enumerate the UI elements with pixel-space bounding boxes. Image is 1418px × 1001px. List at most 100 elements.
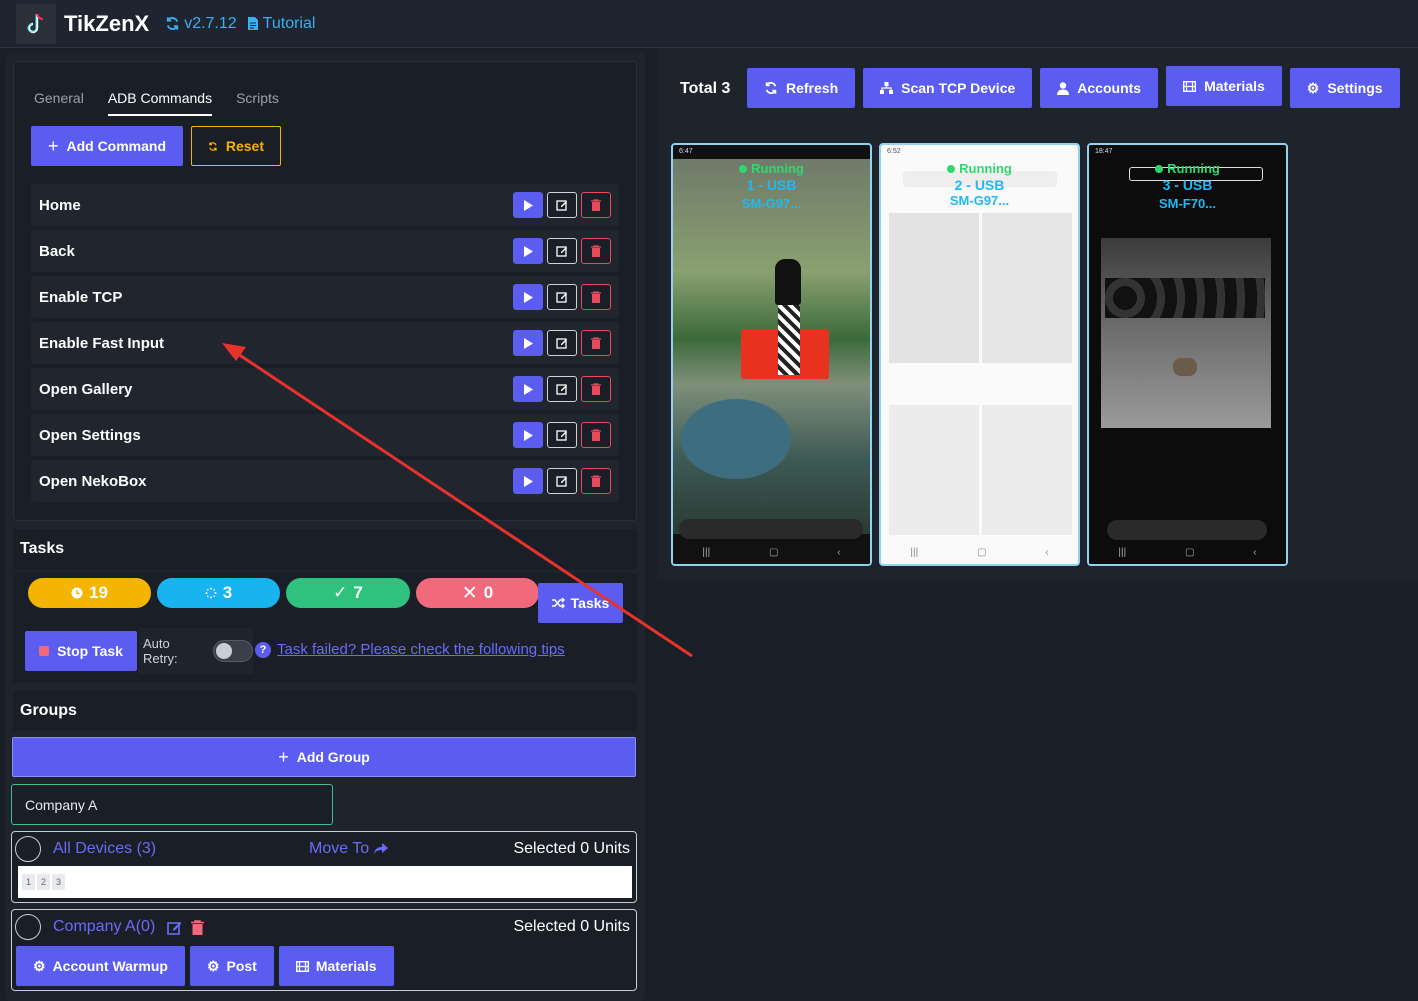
account-warmup-button[interactable]: ⚙ Account Warmup (16, 946, 185, 986)
top-bar: TikZenX v2.7.12 Tutorial (0, 0, 1418, 48)
stop-task-button[interactable]: Stop Task (25, 631, 137, 671)
delete-button[interactable] (581, 238, 611, 264)
all-devices-group: All Devices (3) Move To Selected 0 Units… (11, 831, 637, 903)
trash-icon (591, 429, 601, 441)
stop-icon (39, 646, 50, 656)
back-icon: ‹ (837, 546, 841, 558)
accounts-button[interactable]: Accounts (1040, 68, 1159, 108)
all-devices-title[interactable]: All Devices (3) (53, 840, 156, 858)
delete-button[interactable] (581, 330, 611, 356)
add-group-button[interactable]: + Add Group (12, 737, 636, 777)
edit-button[interactable] (547, 330, 577, 356)
play-button[interactable] (513, 284, 543, 310)
company-group-title[interactable]: Company A(0) (53, 918, 155, 936)
play-button[interactable] (513, 238, 543, 264)
edit-button[interactable] (547, 468, 577, 494)
materials-label: Materials (315, 958, 377, 974)
edit-icon (556, 384, 567, 395)
materials-top-label: Materials (1204, 78, 1265, 94)
auto-retry-toggle[interactable] (213, 640, 253, 662)
device-connection: 2 - USB (954, 177, 1005, 193)
failed-count-badge[interactable]: ✕ 0 (416, 578, 539, 608)
tutorial-link[interactable]: Tutorial (247, 15, 315, 33)
settings-button[interactable]: ⚙ Settings (1289, 68, 1400, 108)
task-failed-tip-link[interactable]: Task failed? Please check the following … (277, 641, 565, 658)
status-dot-icon (739, 164, 748, 173)
recents-icon: ||| (910, 546, 919, 558)
device-chip[interactable]: 2 (37, 874, 50, 890)
back-icon: ‹ (1045, 546, 1049, 558)
delete-button[interactable] (581, 468, 611, 494)
command-row: Open Settings (31, 414, 619, 456)
command-row: Enable TCP (31, 276, 619, 318)
company-group: Company A(0) Selected 0 Units ⚙ Account … (11, 909, 637, 991)
edit-icon (556, 476, 567, 487)
play-button[interactable] (513, 422, 543, 448)
share-arrow-icon (374, 843, 389, 855)
edit-button[interactable] (547, 422, 577, 448)
edit-button[interactable] (547, 192, 577, 218)
device-model: SM-F70... (1158, 196, 1217, 211)
device-screen-3[interactable]: 18:47 Running 3 - USB SM-F70... ||| ▢ ‹ (1087, 143, 1288, 566)
tasks-button[interactable]: Tasks (538, 583, 623, 623)
reset-button[interactable]: Reset (191, 126, 281, 166)
add-group-label: Add Group (296, 749, 370, 765)
post-button[interactable]: ⚙ Post (189, 946, 274, 986)
trash-icon[interactable] (191, 919, 205, 935)
delete-button[interactable] (581, 376, 611, 402)
edit-button[interactable] (547, 284, 577, 310)
group-name-input[interactable]: Company A (11, 784, 333, 825)
delete-button[interactable] (581, 192, 611, 218)
status-time: 6:52 (887, 148, 901, 155)
running-count-badge[interactable]: 3 (157, 578, 280, 608)
reset-label: Reset (225, 138, 264, 154)
materials-button[interactable]: Materials (278, 946, 394, 986)
status-dot-icon (1155, 164, 1164, 173)
tab-adb-commands[interactable]: ADB Commands (107, 90, 213, 116)
refresh-button[interactable]: Refresh (747, 68, 856, 108)
add-command-button[interactable]: + Add Command (31, 126, 183, 166)
edit-icon[interactable] (167, 920, 183, 935)
command-row: Open NekoBox (31, 460, 619, 502)
select-all-devices-checkbox[interactable] (15, 836, 41, 862)
tab-scripts[interactable]: Scripts (236, 90, 279, 116)
account-warmup-label: Account Warmup (52, 958, 168, 974)
trash-icon (591, 291, 601, 303)
device-screen-1[interactable]: 6:47 Running 1 - USB SM-G97... ||| ▢ ‹ (671, 143, 872, 566)
delete-button[interactable] (581, 422, 611, 448)
edit-button[interactable] (547, 238, 577, 264)
command-label: Open Gallery (39, 380, 133, 398)
device-chip[interactable]: 3 (52, 874, 65, 890)
accounts-label: Accounts (1077, 80, 1142, 96)
pending-count-badge[interactable]: 19 (28, 578, 151, 608)
edit-icon (556, 200, 567, 211)
play-button[interactable] (513, 192, 543, 218)
play-button[interactable] (513, 468, 543, 494)
android-nav-bar: ||| ▢ ‹ (673, 540, 870, 564)
select-company-checkbox[interactable] (15, 914, 41, 940)
tasks-heading: Tasks (13, 529, 637, 569)
scan-tcp-device-label: Scan TCP Device (901, 80, 1016, 96)
device-screen-2[interactable]: 6:52 Running 2 - USB SM-G97... ||| ▢ ‹ (879, 143, 1080, 566)
selected-units-count: Selected 0 Units (513, 918, 630, 935)
device-model: SM-G97... (741, 196, 802, 211)
tab-general[interactable]: General (34, 90, 84, 116)
version-link[interactable]: v2.7.12 (165, 15, 237, 33)
play-button[interactable] (513, 330, 543, 356)
delete-button[interactable] (581, 284, 611, 310)
tab-bar: General ADB Commands Scripts (34, 90, 279, 116)
android-nav-bar: ||| ▢ ‹ (881, 540, 1078, 564)
home-icon: ▢ (1184, 546, 1195, 558)
play-icon (524, 337, 533, 349)
materials-top-button[interactable]: Materials (1166, 66, 1282, 106)
move-to-button[interactable]: Move To (309, 840, 389, 858)
device-connection: 3 - USB (1162, 177, 1213, 193)
device-chip[interactable]: 1 (22, 874, 35, 890)
tasks-button-label: Tasks (570, 595, 610, 611)
play-button[interactable] (513, 376, 543, 402)
scan-tcp-device-button[interactable]: Scan TCP Device (863, 68, 1033, 108)
failed-count: 0 (483, 583, 494, 602)
edit-button[interactable] (547, 376, 577, 402)
success-count-badge[interactable]: ✓ 7 (286, 578, 410, 608)
trash-icon (591, 475, 601, 487)
